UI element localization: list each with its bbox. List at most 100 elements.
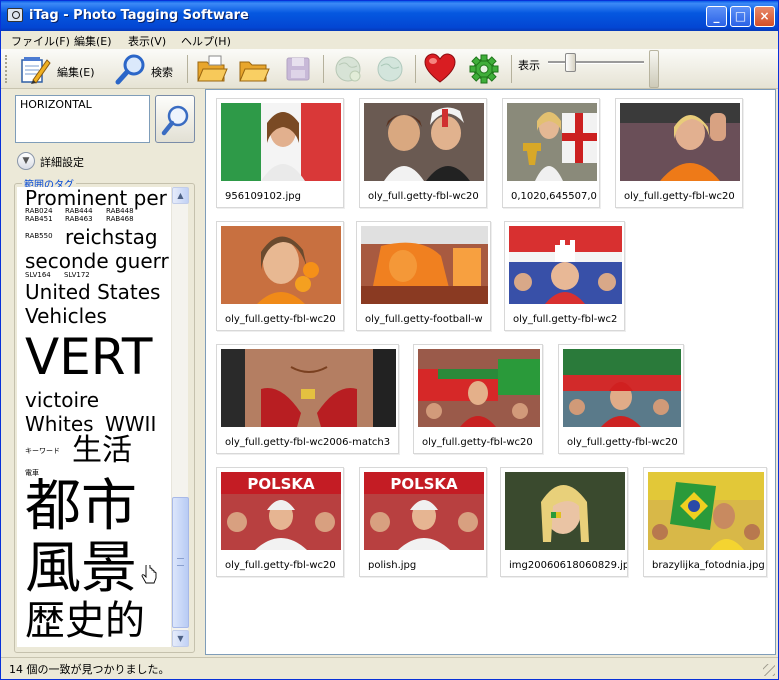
photo-image [620, 103, 740, 181]
photo-thumbnail[interactable]: brazylijka_fotodnia.jpg [643, 467, 767, 577]
menu-file[interactable]: ファイル(F) [11, 33, 70, 49]
scroll-down-button[interactable]: ▼ [172, 630, 189, 647]
photo-image [563, 349, 681, 427]
menu-edit[interactable]: 編集(E) [74, 33, 112, 49]
resize-grip-icon[interactable] [763, 664, 775, 676]
photo-image [418, 349, 540, 427]
toolbar-overflow-chevron[interactable] [649, 50, 659, 88]
title-bar[interactable]: iTag - Photo Tagging Software _ □ × [1, 1, 778, 31]
window-title: iTag - Photo Tagging Software [29, 8, 249, 23]
heart-icon[interactable] [423, 52, 457, 86]
edit-button[interactable]: 編集(E) [15, 52, 101, 86]
photo-thumbnail[interactable]: oly_full.getty-fbl-wc20 [558, 344, 684, 454]
tag-item[interactable]: RAB550 [25, 233, 53, 240]
thumbnail-filename: img20060618060829.jp [509, 560, 627, 571]
magnifier-icon [161, 105, 189, 136]
camera-app-icon [7, 8, 23, 22]
photo-thumbnail[interactable]: oly_full.getty-fbl-wc20 [359, 98, 487, 208]
tag-item[interactable]: reichstag [65, 227, 158, 247]
tag-item[interactable]: SLV164 [25, 272, 51, 279]
tag-item[interactable]: 歴史的 [25, 601, 145, 641]
thumbnail-filename: brazylijka_fotodnia.jpg [652, 560, 765, 571]
tag-item[interactable]: Whites [25, 414, 94, 434]
photo-thumbnail[interactable]: oly_full.getty-fbl-wc20 [413, 344, 543, 454]
photo-image [361, 226, 488, 304]
thumbnail-filename: polish.jpg [368, 560, 417, 571]
hand-cursor-icon [141, 565, 157, 584]
chevron-up-icon: ▲ [177, 191, 184, 200]
edit-notepad-icon [21, 57, 51, 84]
tag-item[interactable]: seconde guerr [25, 251, 169, 271]
tag-item[interactable]: victoire [25, 390, 99, 410]
tag-cloud: Prominent per RAB024 RAB444 RAB448 RAB45… [17, 187, 171, 647]
tag-cloud-scrollbar[interactable]: ▲ ▼ [171, 187, 189, 647]
tag-item[interactable]: SLV172 [64, 272, 90, 279]
photo-thumbnail[interactable]: oly_full.getty-fbl-wc2 [504, 221, 625, 331]
tag-item[interactable]: WWII [105, 414, 156, 434]
thumbnail-size-label: 表示 [518, 59, 540, 72]
save-disk-icon[interactable] [283, 52, 313, 86]
menu-bar: ファイル(F) 編集(E) 表示(V) ヘルプ(H) [1, 31, 778, 49]
advanced-settings-toggle[interactable]: ▼ [17, 152, 35, 170]
photo-thumbnail[interactable]: img20060618060829.jp [500, 467, 628, 577]
tag-item[interactable]: Prominent per [25, 188, 167, 208]
search-toolbar-button[interactable]: 検索 [113, 52, 179, 86]
tag-item[interactable]: RAB448 [106, 208, 134, 215]
tag-item[interactable]: Vehicles [25, 306, 107, 326]
photo-thumbnail[interactable]: 956109102.jpg [216, 98, 344, 208]
scrollbar-grip-icon [177, 558, 184, 566]
globe-icon[interactable] [373, 52, 407, 86]
results-panel: 956109102.jpg oly_full.getty-fbl-wc20 0,… [205, 89, 776, 655]
thumbnail-filename: oly_full.getty-fbl-wc20 [225, 314, 336, 325]
tag-item[interactable]: 生活 [72, 436, 132, 466]
photo-thumbnail[interactable]: oly_full.getty-football-w [356, 221, 491, 331]
thumbnail-filename: oly_full.getty-fbl-wc2006-match3 [225, 437, 391, 448]
close-button[interactable]: × [754, 6, 775, 27]
toolbar-separator [323, 55, 324, 83]
globe-add-icon[interactable] [331, 52, 365, 86]
banner-text: POLSKA [247, 475, 315, 493]
thumbnail-filename: oly_full.getty-fbl-wc20 [225, 560, 336, 571]
photo-thumbnail[interactable]: POLSKA oly_full.getty-fbl-wc20 [216, 467, 344, 577]
toolbar-handle[interactable] [5, 55, 9, 83]
tag-item[interactable]: RAB468 [106, 216, 134, 223]
status-text: 14 個の一致が見つかりました。 [9, 663, 170, 676]
tag-item[interactable]: RAB463 [65, 216, 93, 223]
tag-item[interactable]: 都市 [25, 479, 137, 535]
tag-item[interactable]: 風景 [25, 541, 137, 597]
thumbnail-filename: oly_full.getty-fbl-wc20 [422, 437, 533, 448]
photo-thumbnail[interactable]: POLSKA polish.jpg [359, 467, 487, 577]
gear-icon[interactable] [467, 52, 501, 86]
tag-item[interactable]: United States [25, 282, 160, 302]
menu-help[interactable]: ヘルプ(H) [181, 33, 231, 49]
tag-item[interactable]: キーワード [25, 448, 60, 455]
minimize-icon: _ [713, 9, 720, 23]
thumbnail-filename: oly_full.getty-fbl-wc20 [368, 191, 479, 202]
maximize-button[interactable]: □ [730, 6, 751, 27]
toolbar-separator [415, 55, 416, 83]
banner-text: POLSKA [390, 475, 458, 493]
thumbnail-size-slider-thumb[interactable] [565, 53, 576, 72]
status-bar: 14 個の一致が見つかりました。 [1, 657, 778, 679]
scroll-up-button[interactable]: ▲ [172, 187, 189, 204]
thumbnail-size-slider[interactable] [548, 61, 644, 64]
photo-image: POLSKA [364, 472, 484, 550]
photo-thumbnail[interactable]: oly_full.getty-fbl-wc2006-match3 [216, 344, 399, 454]
photo-thumbnail[interactable]: oly_full.getty-fbl-wc20 [216, 221, 344, 331]
photo-image [648, 472, 764, 550]
menu-view[interactable]: 表示(V) [128, 33, 166, 49]
open-folder-icon[interactable] [195, 52, 229, 86]
advanced-settings-label[interactable]: 詳細設定 [40, 154, 84, 170]
tag-item[interactable]: VERT [25, 332, 152, 382]
scrollbar-thumb[interactable] [172, 497, 189, 628]
photo-thumbnail[interactable]: oly_full.getty-fbl-wc20 [615, 98, 743, 208]
edit-button-label: 編集(E) [57, 66, 95, 79]
folder-icon[interactable] [237, 52, 271, 86]
tag-item[interactable]: RAB451 [25, 216, 53, 223]
tag-item[interactable]: RAB024 [25, 208, 53, 215]
tag-item[interactable]: RAB444 [65, 208, 93, 215]
search-button[interactable] [155, 95, 195, 143]
minimize-button[interactable]: _ [706, 6, 727, 27]
photo-thumbnail[interactable]: 0,1020,645507,0 [502, 98, 600, 208]
search-input[interactable]: HORIZONTAL [15, 95, 150, 143]
